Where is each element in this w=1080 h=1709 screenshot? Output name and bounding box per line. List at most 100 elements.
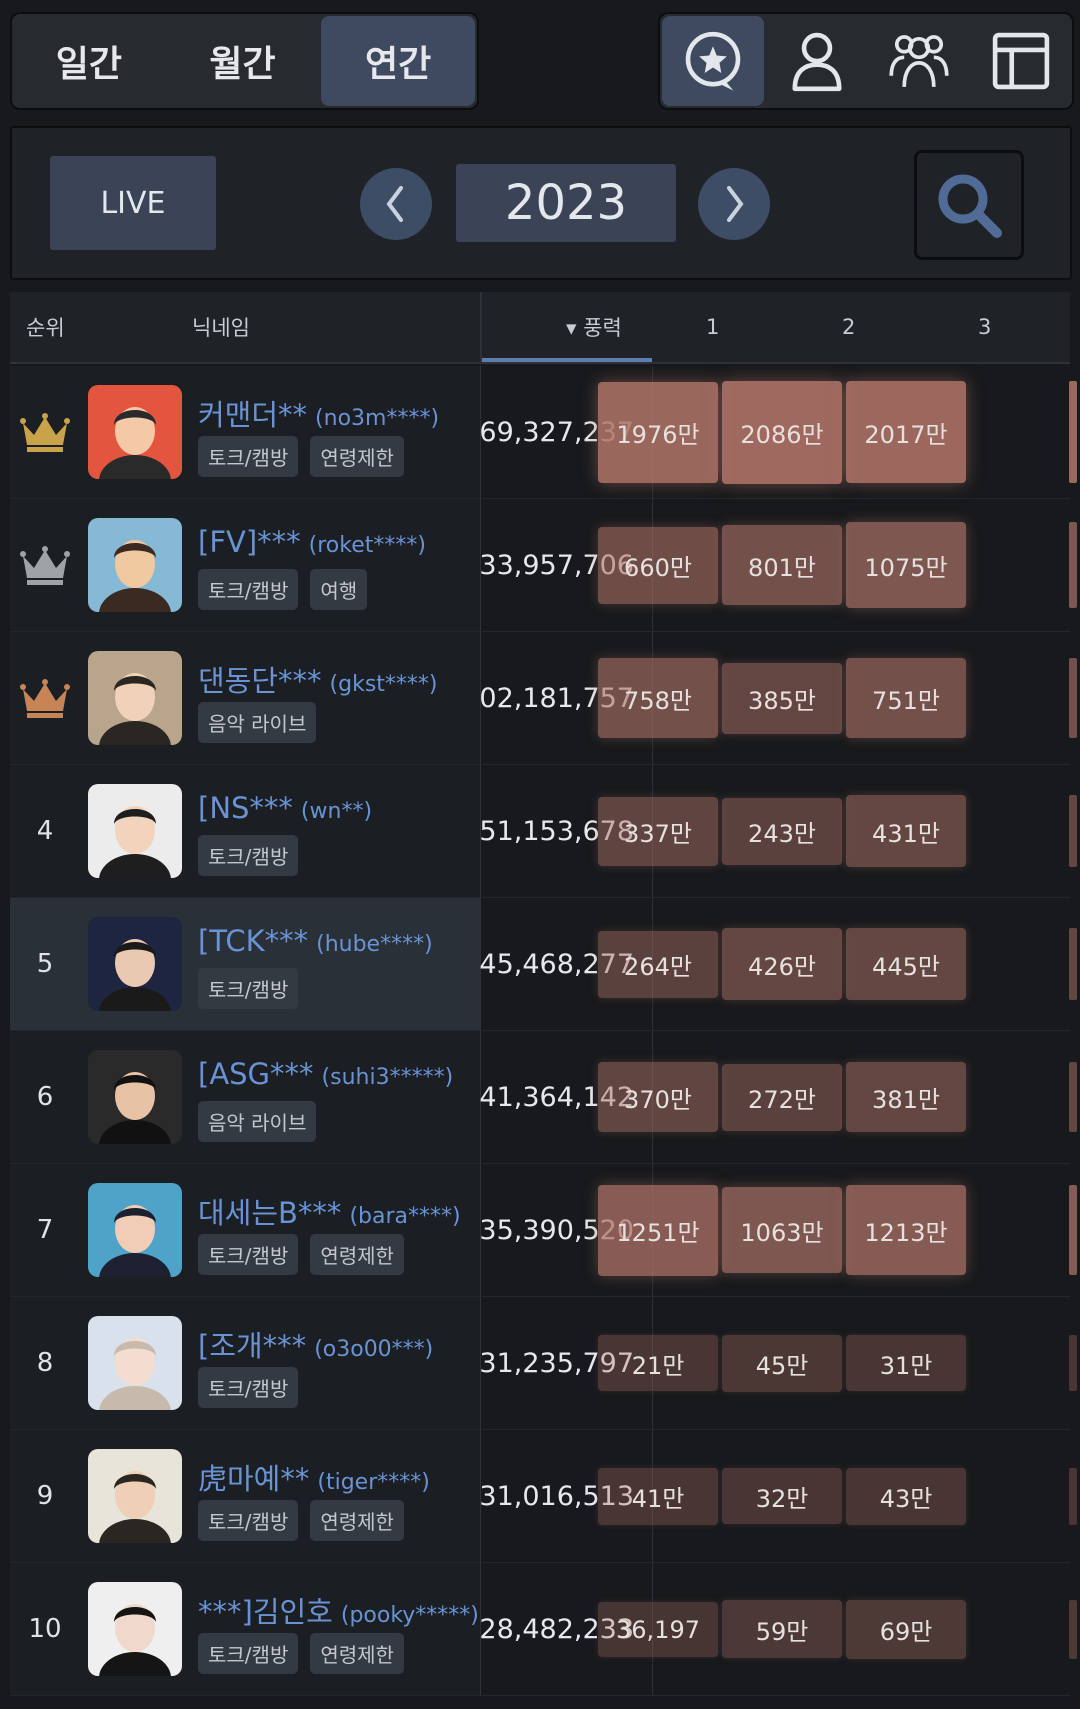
streamer-id: (tiger****) [317, 1470, 430, 1495]
col2-header[interactable]: 2 [842, 292, 855, 362]
streamer-name: [ASG*** [198, 1057, 314, 1091]
prev-year-button[interactable] [360, 168, 432, 240]
streamer-nickname[interactable]: 대세는B*** (bara****) [198, 1190, 461, 1232]
category-tag: 음악 라이브 [198, 702, 317, 743]
month-value-cell: 445만 [846, 928, 966, 1000]
table-row[interactable]: 9 虎마예** (tiger****) 토크/캠방 연령제한 31,016,513 41만 3… [10, 1430, 1077, 1563]
avatar[interactable] [88, 1316, 182, 1410]
table-row[interactable]: 댄동단***(gkst****)음악 라이브102,181,757758만385… [10, 632, 1077, 765]
avatar[interactable] [88, 518, 182, 612]
category-tag: 토크/캠방 [198, 1367, 299, 1408]
category-tag: 토크/캠방 [198, 1234, 299, 1275]
streamer-id: (pooky*****) [340, 1603, 479, 1628]
category-tag: 연령제한 [310, 436, 404, 477]
month-value-cell: 2086만 [722, 381, 842, 484]
next-year-button[interactable] [698, 168, 770, 240]
month-value-cell-partial [1069, 1062, 1077, 1132]
month-value-cell: 1213만 [846, 1185, 966, 1275]
streamer-nickname[interactable]: [NS*** (wn**) [198, 791, 372, 825]
rank-number: 9 [36, 1481, 54, 1511]
avatar[interactable] [88, 784, 182, 878]
table-row[interactable]: 8 [조개*** (o3o00***) 토크/캠방 31,235,797 21만 45만 31… [10, 1297, 1077, 1430]
month-value-cell-partial [1069, 1468, 1077, 1525]
col1-header[interactable]: 1 [706, 292, 719, 362]
rank-number: 5 [36, 949, 54, 979]
month-value-cell: 45만 [722, 1335, 842, 1392]
streamer-nickname[interactable]: [ASG*** (suhi3*****) [198, 1057, 453, 1091]
avatar[interactable] [88, 1050, 182, 1144]
streamer-id: (gkst****) [329, 672, 438, 697]
period-tabs: 일간 월간 연간 [10, 12, 479, 110]
table-row[interactable]: 7 대세는B*** (bara****) 토크/캠방 연령제한 35,390,520 125… [10, 1164, 1077, 1297]
streamer-nickname[interactable]: 커맨더** (no3m****) [198, 392, 439, 434]
rank-number: 4 [36, 816, 54, 846]
ranking-list: 커맨더**(no3m****)토크/캠방연령제한269,327,2371976만… [10, 366, 1077, 1696]
streamer-nickname[interactable]: [TCK*** (hube****) [198, 924, 433, 958]
table-row[interactable]: 6 [ASG*** (suhi3*****) 음악 라이브 41,364,142 370만… [10, 1031, 1077, 1164]
month-value-cell: 69만 [846, 1600, 966, 1659]
month-value-cell: 370만 [598, 1062, 718, 1132]
rank-number: 10 [28, 1614, 62, 1644]
category-tags: 토크/캠방 연령제한 [198, 1234, 404, 1275]
rank-number: 6 [36, 1082, 54, 1112]
tab-monthly[interactable]: 월간 [166, 14, 320, 108]
row-streamer-info [10, 898, 480, 1030]
month-value-cell: 2017만 [846, 381, 966, 483]
table-row[interactable]: 커맨더**(no3m****)토크/캠방연령제한269,327,2371976만… [10, 366, 1077, 499]
table-row[interactable]: 4 [NS*** (wn**) 토크/캠방 51,153,678 337만 243만 431만 [10, 765, 1077, 898]
streamer-nickname[interactable]: 虎마예** (tiger****) [198, 1456, 430, 1498]
streamer-name: [TCK*** [198, 924, 309, 958]
streamer-nickname[interactable]: [조개*** (o3o00***) [198, 1323, 433, 1365]
layout-icon[interactable] [970, 14, 1072, 108]
tab-yearly[interactable]: 연간 [321, 16, 476, 106]
streamer-name: 대세는B*** [198, 1196, 342, 1230]
table-row[interactable]: 10 ***]김인호 (pooky*****) 토크/캠방 연령제한 28,482,233… [10, 1563, 1077, 1696]
avatar[interactable] [88, 1449, 182, 1543]
table-row[interactable]: [FV]***(roket****)토크/캠방여행133,957,706660만… [10, 499, 1077, 632]
month-value-cell: 751만 [846, 658, 966, 738]
col3-header[interactable]: 3 [978, 292, 991, 362]
streamer-nickname[interactable]: 댄동단*** (gkst****) [198, 658, 438, 700]
streamer-nickname[interactable]: [FV]*** (roket****) [198, 525, 426, 559]
month-value-cell-partial [1069, 1335, 1077, 1391]
category-tag: 토크/캠방 [198, 835, 299, 876]
month-value-cell-partial [1069, 928, 1077, 1000]
list-bottom [10, 1692, 1070, 1709]
month-value-cell: 264만 [598, 931, 718, 998]
avatar[interactable] [88, 917, 182, 1011]
month-value-cell-partial [1069, 1185, 1077, 1275]
table-row[interactable]: 5 [TCK*** (hube****) 토크/캠방 45,468,277 264만 426… [10, 898, 1077, 1031]
rank-header: 순위 [26, 316, 65, 340]
category-tag: 음악 라이브 [198, 1101, 317, 1142]
total-header-label[interactable]: ▾ 풍력 [566, 292, 622, 362]
month-value-cell: 1976만 [598, 382, 718, 483]
streamer-id: (o3o00***) [314, 1337, 434, 1362]
category-tags: 음악 라이브 [198, 702, 317, 743]
avatar[interactable] [88, 651, 182, 745]
streamer-name: 댄동단*** [198, 664, 322, 698]
row-streamer-info [10, 765, 480, 897]
row-streamer-info [10, 1031, 480, 1163]
month-value-cell: 426만 [722, 928, 842, 1000]
category-tag: 여행 [310, 569, 368, 610]
month-value-cell-partial [1069, 1600, 1077, 1659]
tab-daily[interactable]: 일간 [12, 14, 166, 108]
streamer-id: (roket****) [308, 533, 426, 558]
user-icon[interactable] [766, 14, 868, 108]
avatar[interactable] [88, 1582, 182, 1676]
streamer-nickname[interactable]: ***]김인호 (pooky*****) [198, 1589, 479, 1631]
month-value-cell: 1075만 [846, 522, 966, 608]
avatar[interactable] [88, 385, 182, 479]
avatar[interactable] [88, 1183, 182, 1277]
search-button[interactable] [914, 150, 1024, 260]
chevron-left-icon [386, 186, 403, 222]
streamer-id: (suhi3*****) [321, 1065, 454, 1090]
rank-number: 8 [36, 1348, 54, 1378]
group-icon[interactable] [868, 14, 970, 108]
streamer-name: [조개*** [198, 1329, 307, 1363]
category-tag: 연령제한 [310, 1234, 404, 1275]
silver-crown-icon [10, 499, 80, 631]
star-speech-icon[interactable] [662, 16, 764, 106]
live-button[interactable]: LIVE [50, 156, 216, 250]
month-value-cell: 801만 [722, 525, 842, 605]
